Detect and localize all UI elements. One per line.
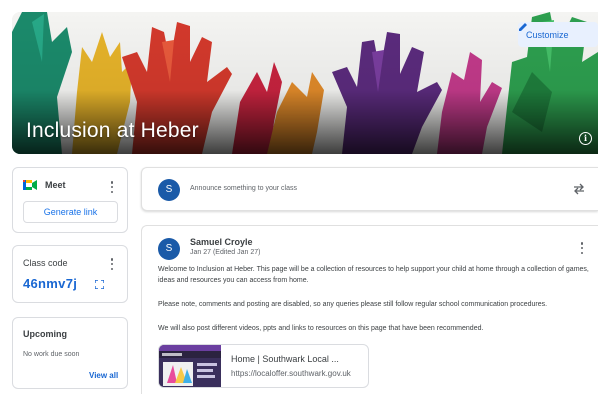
announce-box[interactable]: S Announce something to your class bbox=[141, 167, 598, 211]
upcoming-empty-text: No work due soon bbox=[23, 351, 80, 358]
generate-link-button[interactable]: Generate link bbox=[23, 201, 118, 223]
post-paragraph: Welcome to Inclusion at Heber. This page… bbox=[158, 266, 589, 284]
customize-label: Customize bbox=[526, 29, 569, 40]
post-author: Samuel Croyle bbox=[190, 237, 253, 247]
pencil-icon bbox=[519, 23, 527, 31]
class-banner: Inclusion at Heber Customize i bbox=[12, 12, 598, 154]
link-thumbnail bbox=[159, 345, 221, 387]
meet-more-options-icon[interactable] bbox=[110, 181, 114, 193]
post-paragraph: We will also post different videos, ppts… bbox=[158, 325, 484, 332]
post-paragraph: Please note, comments and posting are di… bbox=[158, 301, 548, 308]
class-code-label: Class code bbox=[23, 258, 68, 268]
post-more-options-icon[interactable] bbox=[580, 242, 584, 254]
class-title: Inclusion at Heber bbox=[26, 119, 199, 142]
meet-label: Meet bbox=[45, 180, 66, 190]
link-attachment[interactable]: Home | Southwark Local ... https://local… bbox=[158, 344, 369, 388]
google-meet-icon bbox=[23, 180, 37, 190]
repost-icon[interactable] bbox=[573, 183, 585, 195]
link-url: https://localoffer.southwark.gov.uk bbox=[231, 369, 351, 378]
stream-post: S Samuel Croyle Jan 27 (Edited Jan 27) W… bbox=[141, 225, 598, 394]
upcoming-title: Upcoming bbox=[23, 329, 67, 339]
customize-button[interactable]: Customize bbox=[518, 22, 598, 47]
class-code-value: 46nmv7j bbox=[23, 276, 78, 291]
author-avatar: S bbox=[158, 238, 180, 260]
post-date: Jan 27 (Edited Jan 27) bbox=[190, 249, 261, 256]
announce-placeholder[interactable]: Announce something to your class bbox=[190, 185, 297, 192]
class-code-card: Class code 46nmv7j bbox=[12, 245, 128, 303]
link-title: Home | Southwark Local ... bbox=[231, 354, 339, 364]
upcoming-card: Upcoming No work due soon View all bbox=[12, 317, 128, 389]
fullscreen-icon[interactable] bbox=[95, 280, 104, 289]
avatar: S bbox=[158, 179, 180, 201]
meet-card: Meet Generate link bbox=[12, 167, 128, 233]
info-icon[interactable]: i bbox=[579, 132, 592, 145]
view-all-link[interactable]: View all bbox=[89, 371, 118, 380]
class-code-more-options-icon[interactable] bbox=[110, 258, 114, 270]
